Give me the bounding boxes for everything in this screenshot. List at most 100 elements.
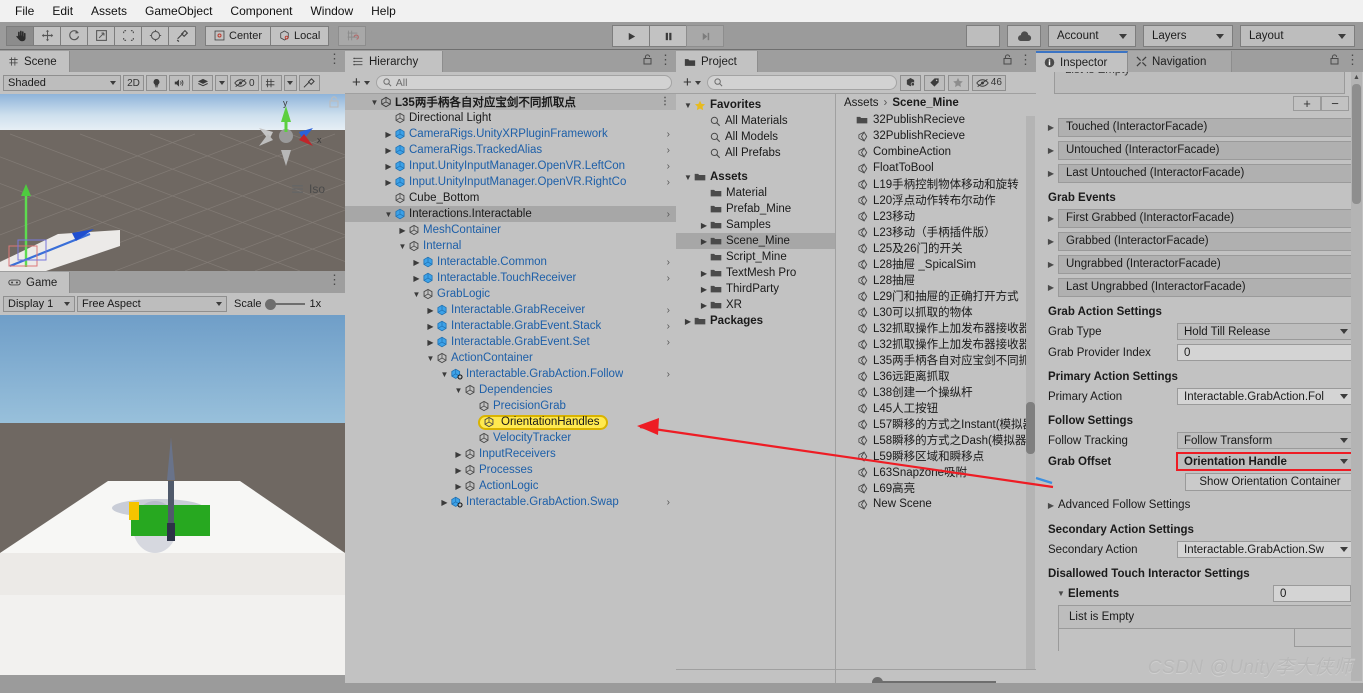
foldout-arrow-icon[interactable]: ▶: [1044, 123, 1058, 132]
rotate-tool-icon[interactable]: [60, 25, 88, 46]
grab-event-foldout[interactable]: ▶ First Grabbed (InteractorFacade): [1044, 208, 1355, 228]
primary-action-dropdown[interactable]: Interactable.GrabAction.Fol: [1177, 388, 1355, 405]
project-tree-item[interactable]: Material: [676, 185, 835, 201]
twirl-icon[interactable]: ▶: [698, 285, 710, 294]
highlighted-hierarchy-item[interactable]: OrientationHandles: [478, 414, 609, 430]
twirl-icon[interactable]: ▶: [698, 221, 710, 230]
scene-orientation-gizmo[interactable]: y x: [241, 98, 331, 178]
project-hidden-count[interactable]: 46: [971, 74, 1006, 91]
tab-navigation[interactable]: Navigation: [1128, 51, 1232, 72]
project-asset-item[interactable]: L59瞬移区域和瞬移点: [836, 448, 1036, 464]
prefab-open-chevron-icon[interactable]: ›: [667, 321, 670, 332]
cloud-icon[interactable]: [1007, 25, 1041, 47]
project-asset-item[interactable]: L45人工按钮: [836, 400, 1036, 416]
step-button[interactable]: [686, 25, 724, 47]
twirl-icon[interactable]: ▶: [383, 130, 394, 139]
project-tree-item[interactable]: ▶ Samples: [676, 217, 835, 233]
prefab-open-chevron-icon[interactable]: ›: [667, 161, 670, 172]
twirl-icon[interactable]: ▶: [383, 146, 394, 155]
project-asset-item[interactable]: L36远距离抓取: [836, 368, 1036, 384]
hierarchy-row[interactable]: ▶ CameraRigs.UnityXRPluginFramework ›: [345, 126, 676, 142]
prefab-open-chevron-icon[interactable]: ›: [667, 209, 670, 220]
project-asset-item[interactable]: L29门和抽屉的正确打开方式: [836, 288, 1036, 304]
project-tree-item[interactable]: ▼ Assets: [676, 169, 835, 185]
project-scroll-thumb[interactable]: [1026, 402, 1035, 454]
layers-button[interactable]: Layers: [1143, 25, 1233, 47]
project-asset-item[interactable]: 32PublishRecieve: [836, 112, 1036, 128]
twirl-icon[interactable]: ▶: [411, 274, 422, 283]
project-asset-item[interactable]: L57瞬移的方式之Instant(模拟器: [836, 416, 1036, 432]
hierarchy-scene-root[interactable]: ▼ L35两手柄各自对应宝剑不同抓取点 ⋮: [345, 94, 676, 110]
grab-offset-dropdown[interactable]: Orientation Handle: [1176, 452, 1356, 471]
account-button[interactable]: Account: [1048, 25, 1136, 47]
project-asset-item[interactable]: New Scene: [836, 496, 1036, 512]
touch-event-foldout[interactable]: ▶ Untouched (InteractorFacade): [1044, 140, 1355, 160]
project-asset-item[interactable]: L23移动: [836, 208, 1036, 224]
audio-icon[interactable]: [169, 75, 190, 91]
hand-tool-icon[interactable]: [6, 25, 34, 46]
hierarchy-row[interactable]: ▼ Internal: [345, 238, 676, 254]
prefab-open-chevron-icon[interactable]: ›: [667, 129, 670, 140]
hierarchy-row[interactable]: ▶ Interactable.GrabReceiver ›: [345, 302, 676, 318]
favorite-star-icon[interactable]: [947, 74, 969, 91]
project-asset-item[interactable]: L19手柄控制物体移动和旋转: [836, 176, 1036, 192]
remove-element-button[interactable]: −: [1321, 96, 1349, 111]
project-asset-item[interactable]: L28抽屉: [836, 272, 1036, 288]
project-tree-item[interactable]: All Models: [676, 129, 835, 145]
project-tree-item[interactable]: Prefab_Mine: [676, 201, 835, 217]
project-add-button[interactable]: +: [680, 75, 704, 90]
touch-event-foldout[interactable]: ▶ Touched (InteractorFacade): [1044, 117, 1355, 137]
follow-tracking-dropdown[interactable]: Follow Transform: [1177, 432, 1355, 449]
project-tree-item[interactable]: ▶ TextMesh Pro: [676, 265, 835, 281]
scene-2d-toggle[interactable]: 2D: [123, 75, 144, 91]
tab-scene[interactable]: Scene: [0, 51, 70, 72]
twirl-icon[interactable]: ▼: [397, 242, 408, 251]
elements-count-input[interactable]: 0: [1273, 585, 1351, 602]
label-icon[interactable]: [923, 74, 945, 91]
handle-space-button[interactable]: Local: [270, 25, 330, 46]
hierarchy-add-button[interactable]: +: [349, 75, 373, 90]
transform-tool-icon[interactable]: [141, 25, 169, 46]
project-scrollbar[interactable]: [1026, 116, 1035, 669]
twirl-icon[interactable]: ▶: [439, 498, 450, 507]
hierarchy-root-menu-icon[interactable]: ⋮: [660, 97, 670, 107]
menu-item-gameobject[interactable]: GameObject: [136, 3, 221, 19]
twirl-icon[interactable]: ▼: [383, 210, 394, 219]
hierarchy-row[interactable]: ▶ Input.UnityInputManager.OpenVR.LeftCon ›: [345, 158, 676, 174]
menu-item-component[interactable]: Component: [221, 3, 301, 19]
hierarchy-row[interactable]: ▶ Interactable.Common ›: [345, 254, 676, 270]
rect-tool-icon[interactable]: [114, 25, 142, 46]
scene-tools-icon[interactable]: [298, 75, 320, 91]
project-tree-item[interactable]: ▶ ThirdParty: [676, 281, 835, 297]
prefab-open-chevron-icon[interactable]: ›: [667, 369, 670, 380]
hierarchy-search-input[interactable]: All: [375, 75, 672, 90]
hierarchy-row[interactable]: PrecisionGrab: [345, 398, 676, 414]
project-asset-item[interactable]: L35两手柄各自对应宝剑不同抓: [836, 352, 1036, 368]
project-contents[interactable]: Assets › Scene_Mine 32PublishRecieve 32Pu…: [836, 94, 1036, 669]
menu-item-help[interactable]: Help: [362, 3, 405, 19]
packages-icon[interactable]: [899, 74, 921, 91]
prefab-open-chevron-icon[interactable]: ›: [667, 273, 670, 284]
inspector-scroll-thumb[interactable]: [1352, 84, 1361, 204]
hierarchy-row[interactable]: ▶ MeshContainer: [345, 222, 676, 238]
foldout-arrow-icon[interactable]: ▶: [1044, 283, 1058, 292]
scene-shading-dropdown[interactable]: Shaded: [3, 75, 121, 91]
project-asset-item[interactable]: L23移动（手柄插件版）: [836, 224, 1036, 240]
twirl-icon[interactable]: ▼: [682, 173, 694, 182]
prefab-open-chevron-icon[interactable]: ›: [667, 145, 670, 156]
secondary-action-dropdown[interactable]: Interactable.GrabAction.Sw: [1177, 541, 1355, 558]
prefab-open-chevron-icon[interactable]: ›: [667, 305, 670, 316]
menu-item-file[interactable]: File: [6, 3, 43, 19]
hierarchy-row[interactable]: ▶ Input.UnityInputManager.OpenVR.RightCo ›: [345, 174, 676, 190]
grid-snap-icon[interactable]: [338, 25, 367, 46]
scale-tool-icon[interactable]: [87, 25, 115, 46]
project-asset-item[interactable]: L20浮点动作转布尔动作: [836, 192, 1036, 208]
lock-icon[interactable]: [1003, 54, 1012, 65]
project-tree-item[interactable]: All Materials: [676, 113, 835, 129]
hierarchy-menu-icon[interactable]: ⋮: [659, 53, 672, 66]
foldout-arrow-icon[interactable]: ▶: [1044, 169, 1058, 178]
twirl-icon[interactable]: ▼: [425, 354, 436, 363]
breadcrumb-assets[interactable]: Assets: [844, 97, 879, 109]
scene-tab-menu[interactable]: ⋮: [328, 52, 341, 65]
inspector-body[interactable]: List is Empty + − ▶Touched (InteractorFa…: [1036, 72, 1363, 693]
